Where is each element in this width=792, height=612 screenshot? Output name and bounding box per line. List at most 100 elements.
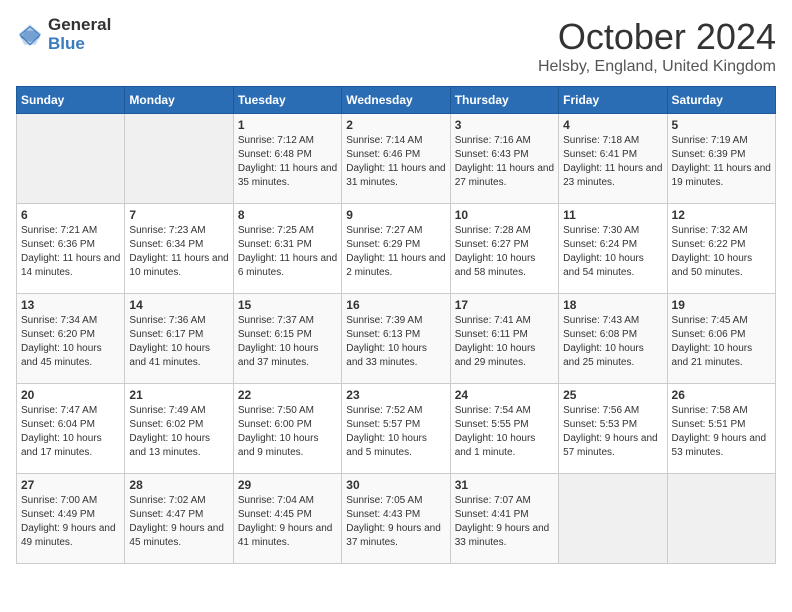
sunrise: Sunrise: 7:27 AM — [346, 225, 422, 236]
day-info: Sunrise: 7:05 AM Sunset: 4:43 PM Dayligh… — [346, 494, 445, 550]
sunrise: Sunrise: 7:28 AM — [455, 225, 531, 236]
sunrise: Sunrise: 7:16 AM — [455, 135, 531, 146]
calendar-cell: 2 Sunrise: 7:14 AM Sunset: 6:46 PM Dayli… — [342, 114, 450, 204]
daylight: Daylight: 9 hours and 33 minutes. — [455, 523, 550, 548]
daylight: Daylight: 11 hours and 14 minutes. — [21, 253, 120, 278]
calendar-cell: 10 Sunrise: 7:28 AM Sunset: 6:27 PM Dayl… — [450, 204, 558, 294]
day-number: 11 — [563, 208, 662, 222]
calendar-cell: 30 Sunrise: 7:05 AM Sunset: 4:43 PM Dayl… — [342, 474, 450, 564]
daylight: Daylight: 11 hours and 6 minutes. — [238, 253, 337, 278]
sunset: Sunset: 6:48 PM — [238, 149, 312, 160]
day-number: 6 — [21, 208, 120, 222]
sunrise: Sunrise: 7:00 AM — [21, 495, 97, 506]
logo-icon — [16, 21, 44, 49]
day-number: 27 — [21, 478, 120, 492]
calendar-cell: 18 Sunrise: 7:43 AM Sunset: 6:08 PM Dayl… — [559, 294, 667, 384]
sunrise: Sunrise: 7:25 AM — [238, 225, 314, 236]
day-number: 4 — [563, 118, 662, 132]
sunset: Sunset: 5:55 PM — [455, 419, 529, 430]
sunset: Sunset: 4:49 PM — [21, 509, 95, 520]
calendar-cell: 16 Sunrise: 7:39 AM Sunset: 6:13 PM Dayl… — [342, 294, 450, 384]
weekday-header-wednesday: Wednesday — [342, 87, 450, 114]
day-info: Sunrise: 7:25 AM Sunset: 6:31 PM Dayligh… — [238, 224, 337, 280]
day-info: Sunrise: 7:45 AM Sunset: 6:06 PM Dayligh… — [672, 314, 771, 370]
day-info: Sunrise: 7:54 AM Sunset: 5:55 PM Dayligh… — [455, 404, 554, 460]
calendar-cell: 21 Sunrise: 7:49 AM Sunset: 6:02 PM Dayl… — [125, 384, 233, 474]
day-number: 24 — [455, 388, 554, 402]
sunrise: Sunrise: 7:05 AM — [346, 495, 422, 506]
day-info: Sunrise: 7:50 AM Sunset: 6:00 PM Dayligh… — [238, 404, 337, 460]
sunrise: Sunrise: 7:45 AM — [672, 315, 748, 326]
day-number: 13 — [21, 298, 120, 312]
logo: General Blue — [16, 16, 111, 53]
sunrise: Sunrise: 7:02 AM — [129, 495, 205, 506]
sunrise: Sunrise: 7:21 AM — [21, 225, 97, 236]
day-number: 22 — [238, 388, 337, 402]
calendar-cell: 6 Sunrise: 7:21 AM Sunset: 6:36 PM Dayli… — [17, 204, 125, 294]
day-number: 21 — [129, 388, 228, 402]
calendar-cell: 11 Sunrise: 7:30 AM Sunset: 6:24 PM Dayl… — [559, 204, 667, 294]
day-number: 8 — [238, 208, 337, 222]
sunset: Sunset: 4:47 PM — [129, 509, 203, 520]
sunrise: Sunrise: 7:58 AM — [672, 405, 748, 416]
month-title: October 2024 — [538, 16, 776, 58]
weekday-header-sunday: Sunday — [17, 87, 125, 114]
daylight: Daylight: 10 hours and 25 minutes. — [563, 343, 644, 368]
page-header: General Blue October 2024 Helsby, Englan… — [16, 16, 776, 76]
day-info: Sunrise: 7:56 AM Sunset: 5:53 PM Dayligh… — [563, 404, 662, 460]
sunset: Sunset: 6:31 PM — [238, 239, 312, 250]
sunrise: Sunrise: 7:30 AM — [563, 225, 639, 236]
daylight: Daylight: 10 hours and 45 minutes. — [21, 343, 102, 368]
day-info: Sunrise: 7:04 AM Sunset: 4:45 PM Dayligh… — [238, 494, 337, 550]
calendar-cell: 19 Sunrise: 7:45 AM Sunset: 6:06 PM Dayl… — [667, 294, 775, 384]
calendar-cell: 27 Sunrise: 7:00 AM Sunset: 4:49 PM Dayl… — [17, 474, 125, 564]
calendar-cell — [667, 474, 775, 564]
sunrise: Sunrise: 7:54 AM — [455, 405, 531, 416]
daylight: Daylight: 10 hours and 1 minute. — [455, 433, 536, 458]
calendar-cell — [17, 114, 125, 204]
day-info: Sunrise: 7:27 AM Sunset: 6:29 PM Dayligh… — [346, 224, 445, 280]
calendar-week-row: 13 Sunrise: 7:34 AM Sunset: 6:20 PM Dayl… — [17, 294, 776, 384]
sunrise: Sunrise: 7:14 AM — [346, 135, 422, 146]
logo-text: General Blue — [48, 16, 111, 53]
daylight: Daylight: 10 hours and 58 minutes. — [455, 253, 536, 278]
location-subtitle: Helsby, England, United Kingdom — [538, 58, 776, 76]
daylight: Daylight: 10 hours and 54 minutes. — [563, 253, 644, 278]
sunset: Sunset: 5:57 PM — [346, 419, 420, 430]
day-number: 15 — [238, 298, 337, 312]
day-info: Sunrise: 7:16 AM Sunset: 6:43 PM Dayligh… — [455, 134, 554, 190]
daylight: Daylight: 11 hours and 23 minutes. — [563, 163, 662, 188]
sunrise: Sunrise: 7:56 AM — [563, 405, 639, 416]
daylight: Daylight: 9 hours and 53 minutes. — [672, 433, 767, 458]
day-number: 2 — [346, 118, 445, 132]
sunrise: Sunrise: 7:19 AM — [672, 135, 748, 146]
sunset: Sunset: 4:41 PM — [455, 509, 529, 520]
sunset: Sunset: 6:08 PM — [563, 329, 637, 340]
calendar-cell — [125, 114, 233, 204]
day-number: 23 — [346, 388, 445, 402]
calendar-cell: 14 Sunrise: 7:36 AM Sunset: 6:17 PM Dayl… — [125, 294, 233, 384]
sunset: Sunset: 5:51 PM — [672, 419, 746, 430]
daylight: Daylight: 10 hours and 29 minutes. — [455, 343, 536, 368]
day-info: Sunrise: 7:14 AM Sunset: 6:46 PM Dayligh… — [346, 134, 445, 190]
sunrise: Sunrise: 7:18 AM — [563, 135, 639, 146]
calendar-cell: 3 Sunrise: 7:16 AM Sunset: 6:43 PM Dayli… — [450, 114, 558, 204]
day-info: Sunrise: 7:52 AM Sunset: 5:57 PM Dayligh… — [346, 404, 445, 460]
calendar-cell: 15 Sunrise: 7:37 AM Sunset: 6:15 PM Dayl… — [233, 294, 341, 384]
day-number: 31 — [455, 478, 554, 492]
sunrise: Sunrise: 7:39 AM — [346, 315, 422, 326]
sunrise: Sunrise: 7:49 AM — [129, 405, 205, 416]
sunrise: Sunrise: 7:04 AM — [238, 495, 314, 506]
calendar-cell: 9 Sunrise: 7:27 AM Sunset: 6:29 PM Dayli… — [342, 204, 450, 294]
logo-blue: Blue — [48, 35, 111, 54]
sunset: Sunset: 4:45 PM — [238, 509, 312, 520]
sunrise: Sunrise: 7:32 AM — [672, 225, 748, 236]
sunset: Sunset: 6:39 PM — [672, 149, 746, 160]
day-info: Sunrise: 7:30 AM Sunset: 6:24 PM Dayligh… — [563, 224, 662, 280]
daylight: Daylight: 9 hours and 41 minutes. — [238, 523, 333, 548]
calendar-cell: 22 Sunrise: 7:50 AM Sunset: 6:00 PM Dayl… — [233, 384, 341, 474]
daylight: Daylight: 10 hours and 21 minutes. — [672, 343, 753, 368]
sunrise: Sunrise: 7:23 AM — [129, 225, 205, 236]
weekday-header-monday: Monday — [125, 87, 233, 114]
weekday-header-thursday: Thursday — [450, 87, 558, 114]
